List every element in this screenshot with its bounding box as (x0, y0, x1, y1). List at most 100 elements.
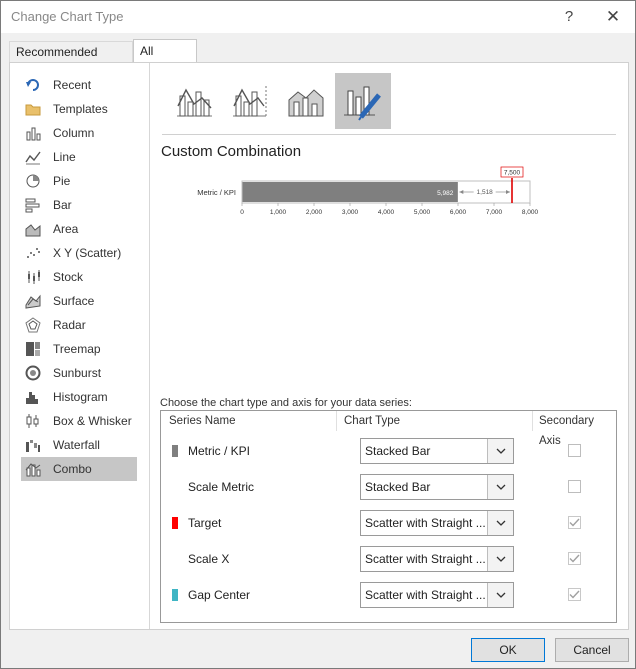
tab-all-charts[interactable]: All Charts (133, 39, 197, 80)
secondary-axis-checkbox[interactable] (568, 552, 581, 565)
gap-data-label: 1,518 (477, 189, 494, 196)
sidebar-item-label: Recent (53, 78, 92, 92)
help-button[interactable]: ? (555, 5, 583, 29)
change-chart-type-dialog: Change Chart Type ? ✕ Recommended Charts… (0, 0, 636, 669)
series-color-swatch (172, 589, 178, 601)
header-chart-type: Chart Type (337, 411, 533, 431)
tab-recommended-charts[interactable]: Recommended Charts (9, 41, 133, 79)
recent-icon (25, 77, 41, 93)
clustered-column-line-icon (177, 88, 212, 117)
sidebar-item-stock[interactable]: Stock (21, 265, 137, 289)
chevron-down-icon[interactable] (487, 583, 513, 607)
chart-preview: 5,982 1,518 7,500 Metric / KPI 0 1,000 2,000 3,… (197, 166, 539, 216)
bar-data-label: 5,982 (437, 190, 454, 197)
sidebar-item-sunburst[interactable]: Sunburst (21, 361, 137, 385)
sidebar-item-label: Box & Whisker (53, 414, 132, 428)
sidebar-item-label: Line (53, 150, 76, 164)
secondary-axis-checkbox[interactable] (568, 516, 581, 529)
clustered-column-line-secondary-icon (233, 86, 267, 117)
series-color-swatch (172, 445, 178, 457)
series-name: Metric / KPI (188, 444, 251, 458)
series-prompt: Choose the chart type and axis for your … (160, 397, 412, 409)
sidebar-item-bar[interactable]: Bar (21, 193, 137, 217)
series-row: Target Scatter with Straight ... (161, 505, 616, 541)
window-title: Change Chart Type (11, 9, 124, 24)
histogram-chart-icon (25, 389, 41, 405)
chart-type-dropdown[interactable]: Scatter with Straight ... (360, 546, 514, 572)
subtype-stacked-area-column[interactable] (278, 73, 334, 129)
secondary-axis-checkbox[interactable] (568, 588, 581, 601)
sidebar-item-label: Pie (53, 174, 71, 188)
x-tick-label: 6,000 (450, 209, 467, 216)
series-name: Scale X (188, 552, 230, 566)
chart-type-value: Scatter with Straight ... (365, 516, 486, 530)
metric-bar (242, 182, 458, 202)
surface-chart-icon (25, 293, 41, 309)
close-button[interactable]: ✕ (599, 5, 627, 29)
column-chart-icon (25, 125, 41, 141)
series-row: Gap Center Scatter with Straight ... (161, 577, 616, 613)
x-tick-label: 0 (240, 209, 244, 216)
x-tick-label: 8,000 (522, 209, 539, 216)
series-color-swatch (172, 517, 178, 529)
series-grid: Series Name Chart Type Secondary Axis Me… (160, 410, 617, 623)
sidebar-item-line[interactable]: Line (21, 145, 137, 169)
sidebar-item-column[interactable]: Column (21, 121, 137, 145)
subtype-clustered-column-line[interactable] (166, 73, 222, 129)
sidebar-item-label: Column (53, 126, 95, 140)
checkmark-icon (569, 518, 580, 527)
sidebar-item-combo[interactable]: Combo (21, 457, 137, 481)
chevron-down-icon[interactable] (487, 475, 513, 499)
checkmark-icon (569, 590, 580, 599)
chart-type-dropdown[interactable]: Stacked Bar (360, 438, 514, 464)
sidebar-item-label: Sunburst (53, 366, 102, 380)
secondary-axis-checkbox[interactable] (568, 444, 581, 457)
bar-chart-icon (25, 197, 41, 213)
secondary-axis-checkbox[interactable] (568, 480, 581, 493)
x-tick-label: 7,000 (486, 209, 503, 216)
target-data-label: 7,500 (504, 170, 521, 177)
chevron-down-icon[interactable] (487, 547, 513, 571)
checkmark-icon (569, 554, 580, 563)
chart-type-value: Stacked Bar (365, 444, 431, 458)
chart-type-dropdown[interactable]: Scatter with Straight ... (360, 510, 514, 536)
chart-type-dropdown[interactable]: Stacked Bar (360, 474, 514, 500)
sidebar-item-treemap[interactable]: Treemap (21, 337, 137, 361)
chevron-down-icon[interactable] (487, 439, 513, 463)
sidebar-item-box-whisker[interactable]: Box & Whisker (21, 409, 137, 433)
x-tick-label: 1,000 (270, 209, 287, 216)
cancel-button[interactable]: Cancel (555, 638, 629, 662)
chevron-down-icon[interactable] (487, 511, 513, 535)
sidebar-item-label: Area (53, 222, 79, 236)
sidebar-item-label: Templates (53, 102, 108, 116)
sidebar-item-pie[interactable]: Pie (21, 169, 137, 193)
treemap-chart-icon (25, 341, 41, 357)
sidebar-item-templates[interactable]: Templates (21, 97, 137, 121)
sunburst-chart-icon (25, 365, 41, 381)
section-title: Custom Combination (161, 143, 302, 160)
pie-chart-icon (25, 173, 41, 189)
sidebar-item-area[interactable]: Area (21, 217, 137, 241)
sidebar-item-x-y-scatter[interactable]: X Y (Scatter) (21, 241, 137, 265)
box-whisker-chart-icon (25, 413, 41, 429)
subtype-custom-combination[interactable] (335, 73, 391, 129)
ok-button[interactable]: OK (471, 638, 545, 662)
x-tick-label: 4,000 (378, 209, 395, 216)
sidebar-item-recent[interactable]: Recent (21, 73, 137, 97)
header-secondary-axis: Secondary Axis (539, 415, 594, 447)
subtype-clustered-column-line-secondary[interactable] (222, 73, 278, 129)
sidebar-item-surface[interactable]: Surface (21, 289, 137, 313)
sidebar-item-radar[interactable]: Radar (21, 313, 137, 337)
series-row: Metric / KPI Stacked Bar (161, 433, 616, 469)
sidebar-item-label: Combo (53, 462, 92, 476)
series-row: Scale X Scatter with Straight ... (161, 541, 616, 577)
sidebar-item-label: Radar (53, 318, 86, 332)
stacked-area-column-icon (288, 89, 324, 117)
divider (162, 134, 616, 135)
chart-type-dropdown[interactable]: Scatter with Straight ... (360, 582, 514, 608)
sidebar-item-histogram[interactable]: Histogram (21, 385, 137, 409)
sidebar-item-waterfall[interactable]: Waterfall (21, 433, 137, 457)
chart-type-value: Scatter with Straight ... (365, 588, 486, 602)
chart-type-list: Recent Templates Column Line Pie Bar Area X Y (… (10, 63, 150, 629)
waterfall-chart-icon (25, 437, 41, 453)
